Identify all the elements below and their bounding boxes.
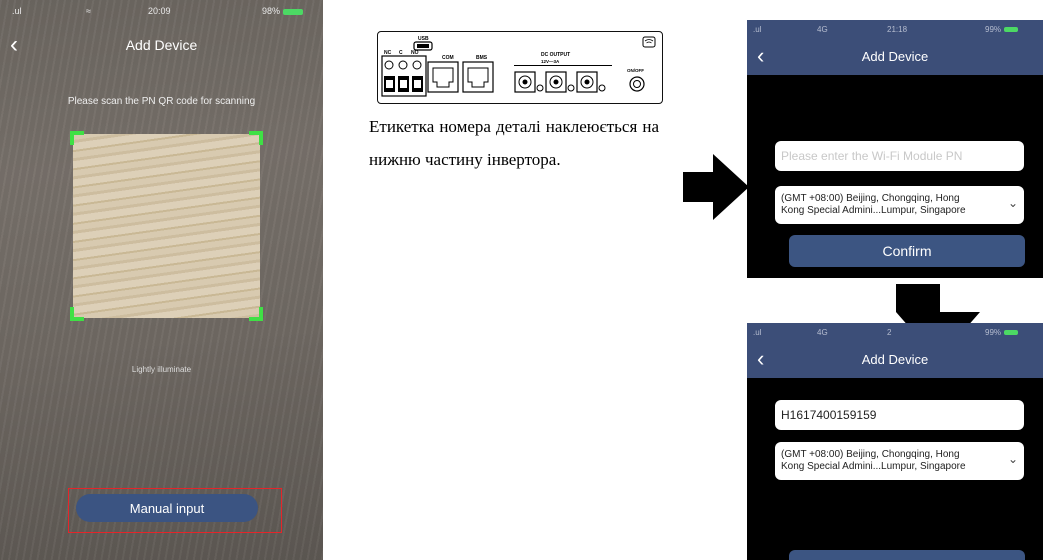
signal-icon: .ul	[753, 328, 762, 337]
status-time: 21:18	[887, 25, 908, 34]
battery-percent: 98%	[262, 6, 281, 16]
inverter-panel-diagram: NC C NO USB COM BMS DC OUTPUT 12V—3A ON/…	[377, 31, 663, 104]
signal-icon: .ul	[753, 25, 762, 34]
viewfinder-corner	[249, 307, 263, 321]
battery-icon	[1004, 27, 1019, 33]
battery-indicator: 99%	[985, 328, 1019, 337]
page-title: Add Device	[861, 352, 929, 367]
pn-input[interactable]	[775, 400, 1024, 430]
relay-terminal-block	[381, 55, 427, 97]
viewfinder-corner	[249, 131, 263, 145]
timezone-line-1: (GMT +08:00) Beijing, Chongqing, Hong	[781, 193, 960, 204]
confirm-button[interactable]: Confirm	[789, 235, 1025, 267]
signal-icon: .ul	[12, 6, 22, 16]
no-label: NO	[411, 50, 419, 56]
page-title: Add Device	[125, 37, 198, 53]
battery-percent: 99%	[985, 25, 1002, 34]
flashlight-hint[interactable]: Lightly illuminate	[0, 365, 323, 374]
com-label: COM	[442, 55, 454, 61]
qr-scanner-screen: .ul ≈ 20:09 98% ‹ Add Device Please scan…	[0, 0, 323, 560]
nc-label: NC	[384, 50, 392, 56]
inverter-ports-drawing: NC C NO USB COM BMS DC OUTPUT 12V—3A ON/…	[381, 36, 656, 97]
camera-preview	[73, 134, 260, 318]
scan-viewfinder	[70, 131, 263, 321]
viewfinder-corner	[70, 131, 84, 145]
confirm-button[interactable]: Confirm	[789, 550, 1025, 560]
page-title: Add Device	[861, 49, 929, 64]
add-device-screen-empty: .ul 4G 21:18 99% ‹ Add Device (GMT +08:0…	[747, 20, 1043, 278]
status-time: 20:09	[148, 6, 171, 16]
timezone-select[interactable]: (GMT +08:00) Beijing, Chongqing, Hong Ko…	[775, 186, 1024, 224]
nav-header: .ul 4G 21:18 99% ‹ Add Device	[747, 20, 1043, 75]
manual-input-button[interactable]: Manual input	[76, 494, 258, 522]
status-time: 2	[887, 328, 892, 337]
com-port	[427, 61, 459, 93]
dc-rating-label: 12V—3A	[541, 59, 560, 64]
chevron-down-icon: ⌄	[1007, 452, 1018, 466]
timezone-line-1: (GMT +08:00) Beijing, Chongqing, Hong	[781, 449, 960, 460]
timezone-line-2: Kong Special Admini...Lumpur, Singapore	[781, 205, 966, 216]
battery-indicator: 98%	[262, 6, 304, 16]
timezone-select[interactable]: (GMT +08:00) Beijing, Chongqing, Hong Ko…	[775, 442, 1024, 480]
add-device-screen-filled: .ul 4G 2 99% ‹ Add Device (GMT +08:00) B…	[747, 323, 1043, 560]
usb-label: USB	[418, 36, 429, 42]
chevron-down-icon: ⌄	[1007, 196, 1018, 210]
caption-text: Етикетка номера деталі наклеюється на ни…	[369, 117, 659, 169]
power-switch	[629, 76, 645, 92]
bms-port	[462, 61, 494, 93]
arrow-right-icon	[683, 154, 749, 220]
network-type: 4G	[817, 328, 828, 337]
nav-header: .ul 4G 2 99% ‹ Add Device	[747, 323, 1043, 378]
wifi-icon: ≈	[86, 6, 91, 16]
dc-output-label: DC OUTPUT	[541, 52, 570, 58]
viewfinder-corner	[70, 307, 84, 321]
scan-instruction: Please scan the PN QR code for scanning	[67, 96, 256, 107]
onoff-label: ON/OFF	[627, 68, 644, 73]
battery-indicator: 99%	[985, 25, 1019, 34]
pn-input[interactable]	[775, 141, 1024, 171]
battery-icon	[283, 8, 304, 15]
bms-label: BMS	[476, 55, 488, 61]
battery-percent: 99%	[985, 328, 1002, 337]
dc-output-jacks	[514, 71, 606, 93]
c-label: C	[399, 50, 403, 56]
timezone-line-2: Kong Special Admini...Lumpur, Singapore	[781, 461, 966, 472]
battery-icon	[1004, 330, 1019, 336]
network-type: 4G	[817, 25, 828, 34]
